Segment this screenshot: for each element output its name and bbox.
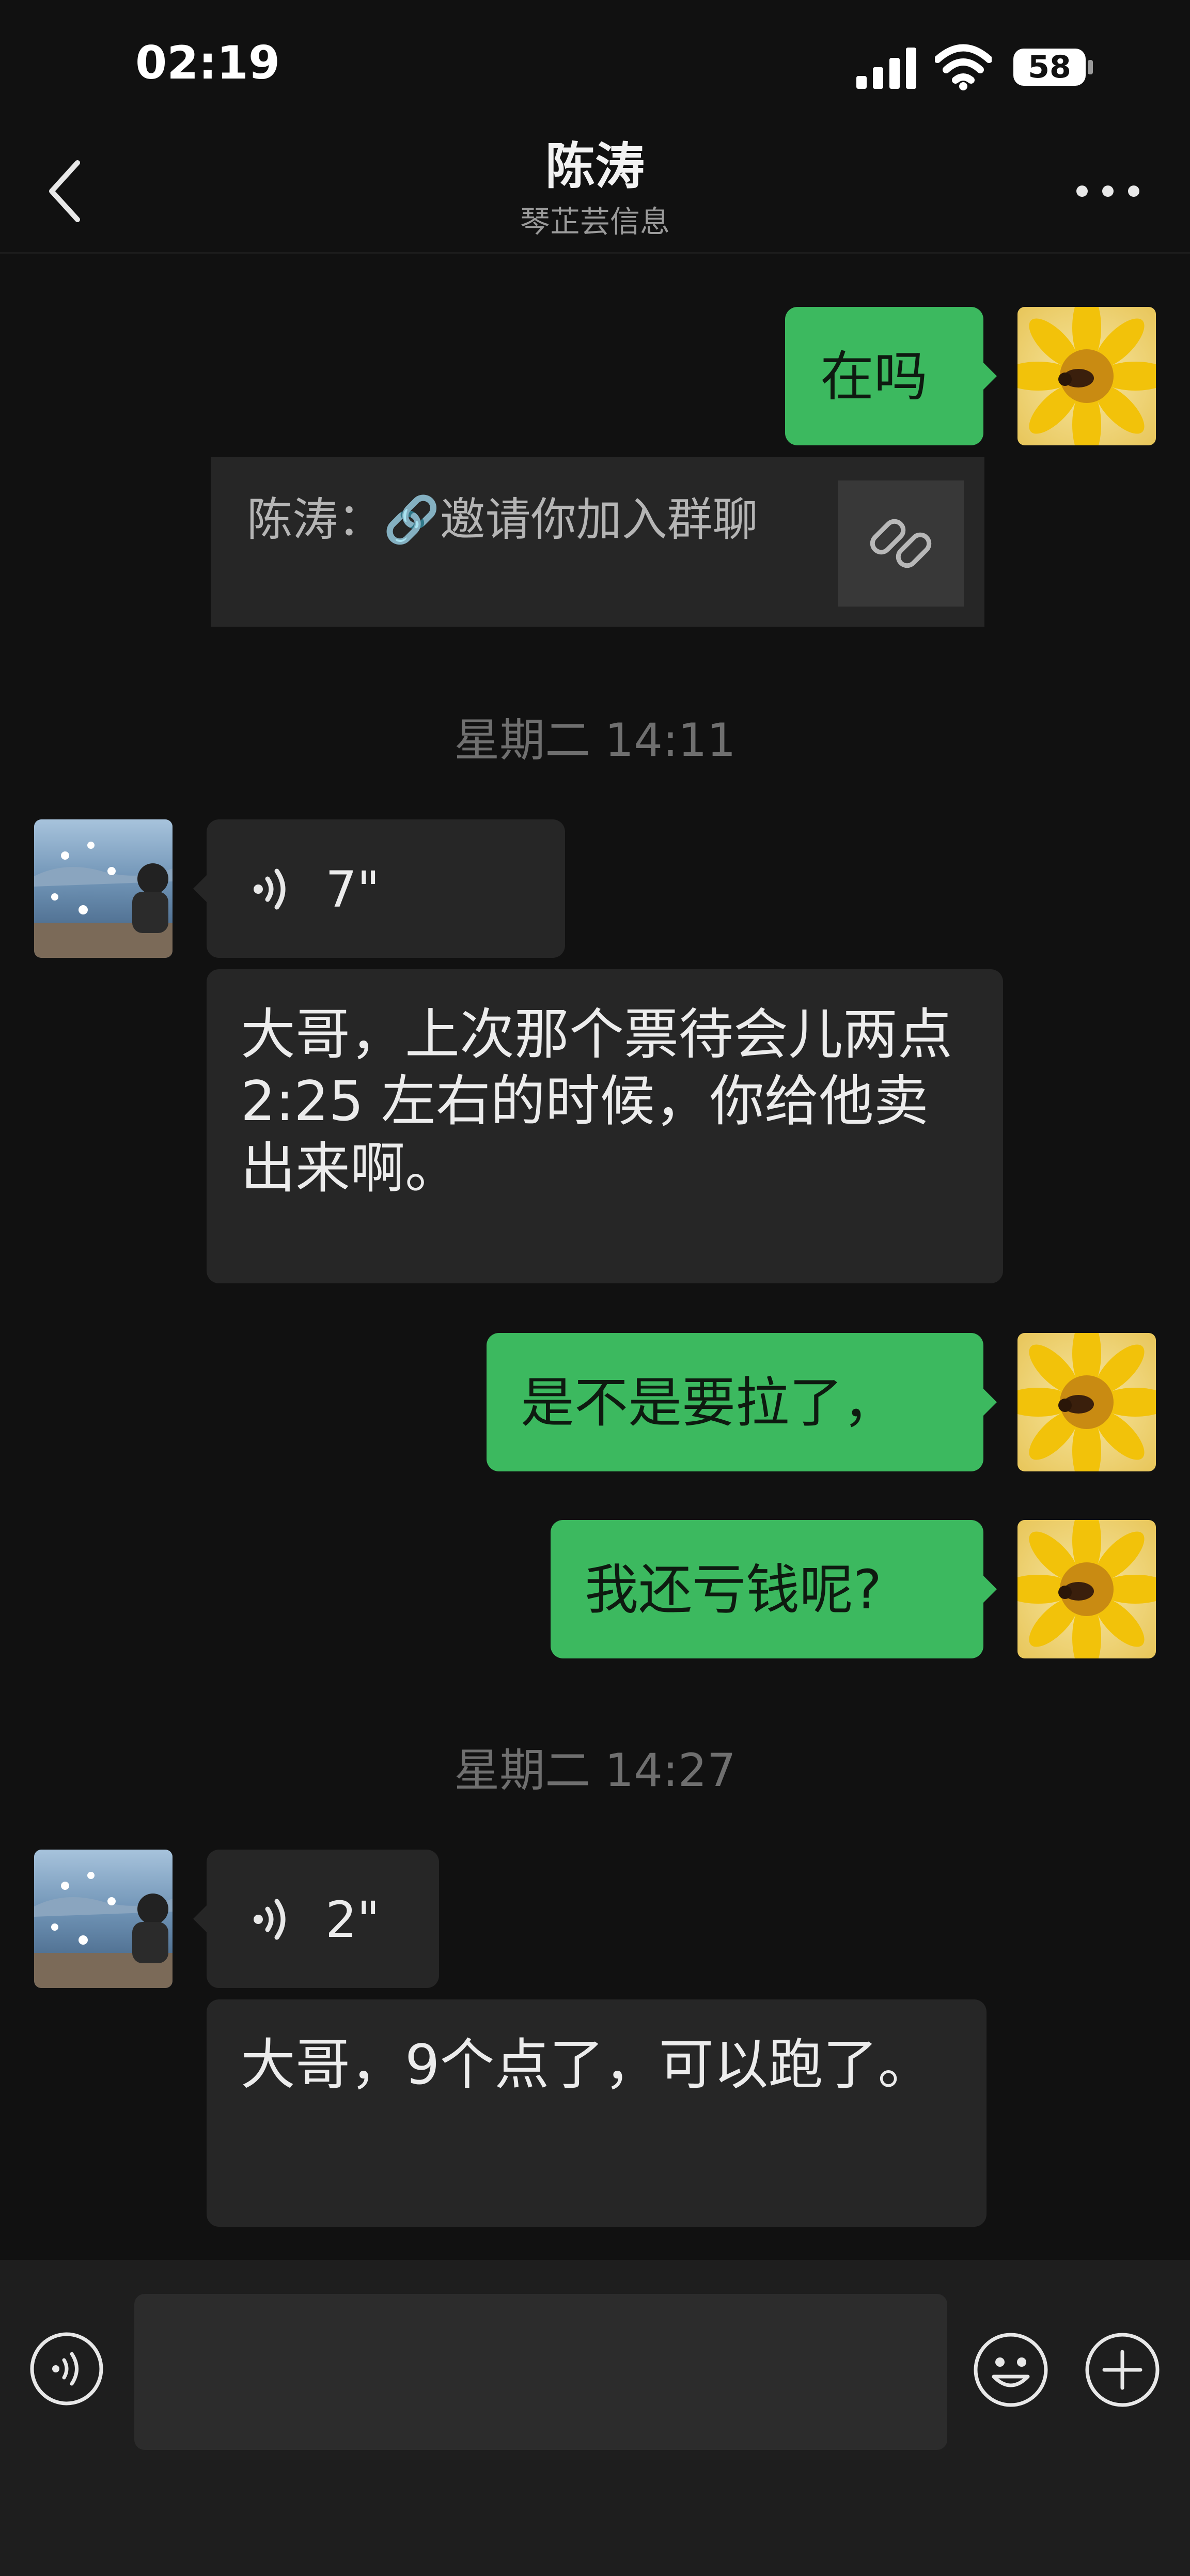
my-avatar[interactable] <box>1017 1333 1156 1471</box>
message-bubble-outgoing[interactable]: 是不是要拉了， <box>487 1333 997 1471</box>
message-bubble-incoming[interactable]: 大哥，9个点了，可以跑了。 <box>207 1999 987 2227</box>
voice-duration: 7" <box>325 861 380 919</box>
contact-avatar[interactable] <box>34 819 173 958</box>
voice-wave-icon <box>254 868 286 910</box>
voice-message-bubble[interactable]: 7" <box>193 819 565 958</box>
nav-divider <box>0 252 1190 254</box>
wifi-icon <box>935 44 992 90</box>
message-text: 是不是要拉了， <box>521 1371 897 1434</box>
message-input[interactable] <box>134 2294 947 2450</box>
voice-wave-icon <box>254 1899 286 1940</box>
my-avatar[interactable] <box>1017 307 1156 445</box>
emoji-icon[interactable] <box>972 2331 1050 2409</box>
group-invite-card[interactable]: 陈涛：🔗邀请你加入群聊 <box>211 457 984 627</box>
my-avatar[interactable] <box>1017 1520 1156 1658</box>
message-text: 大哥，9个点了，可以跑了。 <box>241 2033 933 2097</box>
message-bubble-outgoing[interactable]: 我还亏钱呢? <box>551 1520 997 1658</box>
more-icon[interactable] <box>1074 181 1141 201</box>
contact-subtitle: 琴芷芸信息 <box>520 204 670 239</box>
status-time: 02:19 <box>135 36 280 89</box>
message-bubble-incoming[interactable]: 大哥，上次那个票待会儿两点 2:25 左右的时候，你给他卖出来啊。 <box>207 969 1003 1283</box>
link-icon <box>870 519 932 568</box>
battery-icon: 58 <box>1012 46 1095 88</box>
message-bubble-outgoing[interactable]: 在吗 <box>785 307 997 445</box>
message-text: 在吗 <box>820 345 928 408</box>
timestamp: 星期二 14:11 <box>454 713 736 767</box>
message-text: 大哥，上次那个票待会儿两点 2:25 左右的时候，你给他卖出来啊。 <box>241 1003 952 1200</box>
voice-message-bubble[interactable]: 2" <box>193 1850 439 1988</box>
contact-name: 陈涛 <box>545 137 645 195</box>
battery-level: 58 <box>1028 49 1071 85</box>
message-text: 我还亏钱呢? <box>585 1558 882 1621</box>
contact-avatar[interactable] <box>34 1850 173 1988</box>
invite-text: 陈涛：🔗邀请你加入群聊 <box>247 493 758 546</box>
voice-input-icon[interactable] <box>29 2331 104 2407</box>
signal-icon <box>856 48 916 89</box>
voice-duration: 2" <box>325 1891 380 1949</box>
timestamp: 星期二 14:27 <box>454 1744 736 1797</box>
link-thumbnail <box>838 480 964 607</box>
plus-icon[interactable] <box>1084 2331 1161 2409</box>
